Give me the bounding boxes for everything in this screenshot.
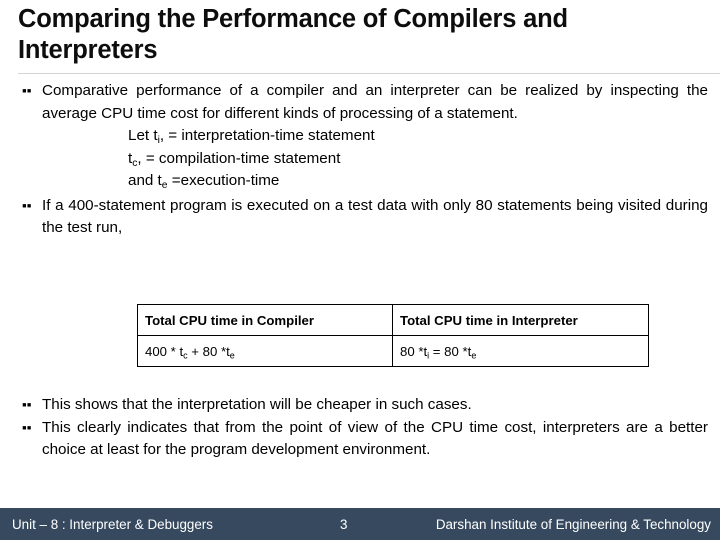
footer-page-number: 3 xyxy=(340,516,348,532)
slide-footer: Unit – 8 : Interpreter & Debuggers 3 Dar… xyxy=(0,508,720,540)
list-item: and te =execution-time xyxy=(128,170,708,193)
bullet-text: If a 400-statement program is executed o… xyxy=(42,196,708,237)
body-content: ▪ Comparative performance of a compiler … xyxy=(18,80,708,240)
list-item: ▪ If a 400-statement program is executed… xyxy=(18,195,708,240)
formula-compiler: 400 * tc + 80 *te xyxy=(145,343,235,360)
list-item: ▪ Comparative performance of a compiler … xyxy=(18,80,708,125)
bullet-text: This clearly indicates that from the poi… xyxy=(42,418,708,459)
definition-prefix: Let t xyxy=(128,127,158,144)
table-header-cell-compiler: Total CPU time in Compiler xyxy=(137,304,393,336)
definition-suffix: , = interpretation-time statement xyxy=(159,127,375,144)
definition-list: Let ti, = interpretation-time statement … xyxy=(18,125,708,193)
title-divider xyxy=(18,73,720,74)
table-header-cell-interpreter: Total CPU time in Interpreter xyxy=(392,304,649,336)
formula-interpreter: 80 *ti = 80 *te xyxy=(400,343,477,360)
table-cell-interpreter-formula: 80 *ti = 80 *te xyxy=(392,335,649,367)
slide-canvas: Comparing the Performance of Compilers a… xyxy=(0,0,720,540)
table-header: Total CPU time in Compiler Total CPU tim… xyxy=(137,304,649,336)
footer-institute-label: Darshan Institute of Engineering & Techn… xyxy=(435,516,711,532)
bullet-square-icon: ▪ xyxy=(18,417,42,440)
page-title: Comparing the Performance of Compilers a… xyxy=(18,5,568,65)
list-item: ▪ This clearly indicates that from the p… xyxy=(18,417,708,462)
cpu-time-table: Total CPU time in Compiler Total CPU tim… xyxy=(137,304,649,367)
footer-unit-label: Unit – 8 : Interpreter & Debuggers xyxy=(12,516,213,532)
bullet-text: Comparative performance of a compiler an… xyxy=(42,82,708,122)
formula-subscript: e xyxy=(471,350,477,360)
table-cell-compiler-formula: 400 * tc + 80 *te xyxy=(137,335,393,367)
bullet-square-icon: ▪ xyxy=(18,195,42,218)
title-block: Comparing the Performance of Compilers a… xyxy=(18,4,678,66)
table-row: 400 * tc + 80 *te 80 *ti = 80 *te xyxy=(137,335,649,367)
table-body: 400 * tc + 80 *te 80 *ti = 80 *te xyxy=(137,335,649,367)
list-item: Let ti, = interpretation-time statement xyxy=(128,125,708,148)
list-item: ▪ This shows that the interpretation wil… xyxy=(18,394,708,417)
list-item: tc, = compilation-time statement xyxy=(128,148,708,171)
definition-suffix: , = compilation-time statement xyxy=(137,149,341,167)
definition-prefix: and t xyxy=(128,172,162,189)
formula-subscript: c xyxy=(183,350,188,360)
bullet-square-icon: ▪ xyxy=(18,80,42,103)
bullet-square-icon: ▪ xyxy=(18,394,42,417)
formula-subscript: e xyxy=(229,350,235,360)
bullet-text: This shows that the interpretation will … xyxy=(42,396,472,413)
table-row: Total CPU time in Compiler Total CPU tim… xyxy=(137,304,649,336)
definition-suffix: =execution-time xyxy=(167,172,280,189)
formula-subscript: i xyxy=(427,350,430,360)
body-content-lower: ▪ This shows that the interpretation wil… xyxy=(18,394,708,462)
